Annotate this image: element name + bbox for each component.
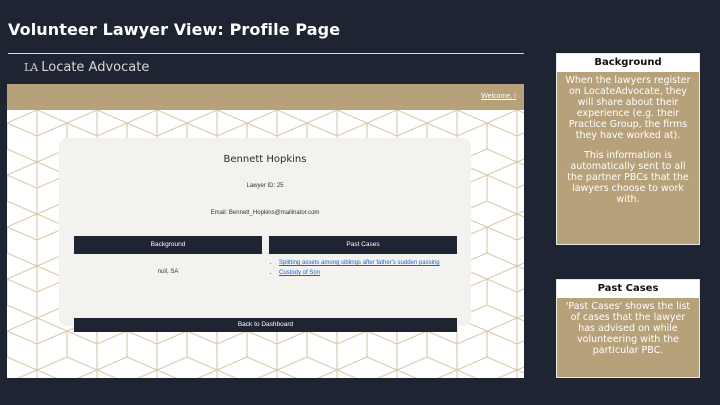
lawyer-email: Email: Bennett_Hopkins@mailinator.com <box>210 210 320 216</box>
past-cases-note: Past Cases 'Past Cases' shows the list o… <box>556 279 700 378</box>
case-link[interactable]: Splitting assets among siblings after fa… <box>279 260 440 266</box>
top-navbar: Welcome, ! <box>7 84 524 110</box>
slide-title: Volunteer Lawyer View: Profile Page <box>8 20 341 39</box>
background-tab-button[interactable]: Background <box>74 236 262 254</box>
lawyer-name: Bennett Hopkins <box>223 154 307 165</box>
background-note-text-2: This information is automatically sent t… <box>567 150 689 205</box>
title-divider <box>8 53 524 54</box>
app-name: Locate Advocate <box>41 60 150 75</box>
back-to-dashboard-button[interactable]: Back to Dashboard <box>74 318 457 332</box>
profile-card: Bennett Hopkins Lawyer ID: 25 Email: Ben… <box>59 138 471 332</box>
lawyer-id: Lawyer ID: 25 <box>246 183 284 189</box>
list-item: Custody of Son <box>279 269 467 277</box>
welcome-link[interactable]: Welcome, ! <box>481 93 516 100</box>
case-link[interactable]: Custody of Son <box>279 270 320 276</box>
background-note-text-1: When the lawyers register on LocateAdvoc… <box>565 75 691 141</box>
background-note: Background When the lawyers register on … <box>556 53 700 245</box>
app-screen: Welcome, ! Bennett Hopkins Lawyer ID: 25… <box>7 84 524 378</box>
logo-icon: LA <box>24 61 38 74</box>
past-cases-note-text: 'Past Cases' shows the list of cases tha… <box>565 301 691 356</box>
list-item: Splitting assets among siblings after fa… <box>279 259 467 267</box>
app-header: LA Locate Advocate <box>24 60 149 75</box>
background-value: null, SA <box>157 269 179 275</box>
past-cases-note-title: Past Cases <box>557 280 699 298</box>
past-cases-tab-button[interactable]: Past Cases <box>269 236 457 254</box>
past-cases-list: Splitting assets among siblings after fa… <box>269 259 467 279</box>
background-note-title: Background <box>557 54 699 72</box>
